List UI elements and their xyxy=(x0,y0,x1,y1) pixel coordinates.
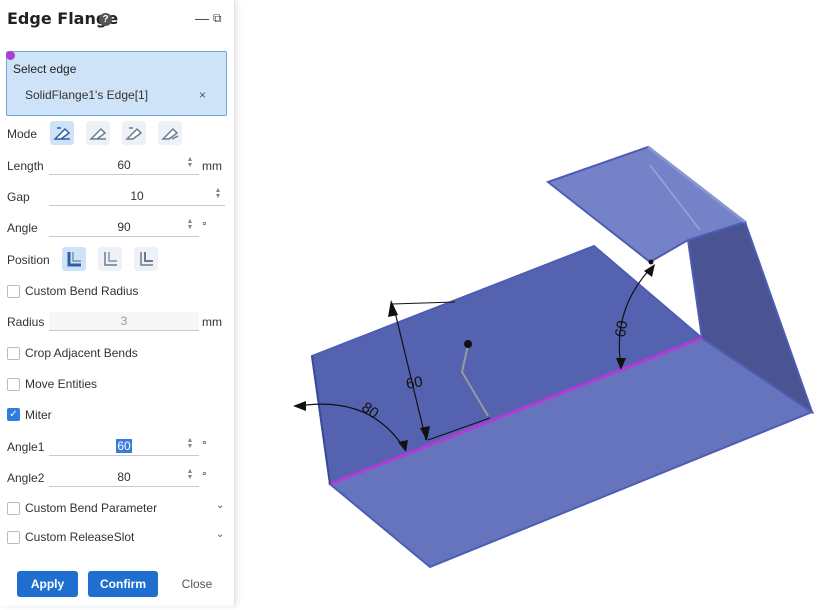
gap-input[interactable]: 10 xyxy=(49,187,225,206)
select-edge-label: Select edge xyxy=(13,62,77,76)
mode-label: Mode xyxy=(7,127,38,141)
length-unit: mm xyxy=(202,159,222,173)
angle2-label: Angle2 xyxy=(7,471,45,485)
restore-icon[interactable]: ⧉ xyxy=(213,11,222,25)
length-spinner-icon[interactable]: ▲ ▼ xyxy=(186,156,194,169)
custom-release-slot-chevron-down-icon[interactable]: ⌄ xyxy=(216,529,224,540)
angle1-unit: ° xyxy=(202,438,207,452)
length-input[interactable]: 60 xyxy=(49,156,199,175)
mode-bend-inside-button[interactable] xyxy=(158,121,182,145)
help-icon[interactable]: ? xyxy=(99,13,112,26)
custom-release-slot-checkbox[interactable] xyxy=(7,531,20,544)
miter-checkbox[interactable]: ✓ xyxy=(7,408,20,421)
position-bend-outside-button[interactable] xyxy=(134,247,158,271)
flange-mode-1-icon xyxy=(53,127,71,140)
angle-unit: ° xyxy=(202,219,207,233)
angle-spinner-icon[interactable]: ▲ ▼ xyxy=(186,218,194,231)
confirm-button[interactable]: Confirm xyxy=(88,571,158,597)
mode-material-outside-button[interactable] xyxy=(86,121,110,145)
edge-flange-panel: Edge Flange ? — ⧉ Select edge SolidFlang… xyxy=(0,0,235,606)
minimize-icon[interactable]: — xyxy=(195,11,209,25)
length-label: Length xyxy=(7,159,44,173)
custom-release-slot-label: Custom ReleaseSlot xyxy=(25,530,135,544)
position-2-icon xyxy=(104,252,117,266)
radius-input[interactable]: 3 xyxy=(49,312,199,331)
flange-mode-2-icon xyxy=(89,127,107,140)
crop-adjacent-bends-label: Crop Adjacent Bends xyxy=(25,346,138,360)
gap-spinner-icon[interactable]: ▲ ▼ xyxy=(214,187,222,200)
flange-mode-3-icon xyxy=(125,127,143,140)
dim-angle1-label[interactable]: 60 xyxy=(612,319,632,338)
position-label: Position xyxy=(7,253,50,267)
custom-bend-radius-checkbox[interactable] xyxy=(7,285,20,298)
angle1-input[interactable]: 60 xyxy=(49,437,199,456)
drag-handle[interactable] xyxy=(464,340,472,348)
angle2-input[interactable]: 80 xyxy=(49,468,199,487)
mode-bend-outside-button[interactable] xyxy=(122,121,146,145)
crop-adjacent-bends-checkbox[interactable] xyxy=(7,347,20,360)
move-entities-label: Move Entities xyxy=(25,377,98,391)
custom-bend-parameter-chevron-down-icon[interactable]: ⌄ xyxy=(216,500,224,511)
dim-length-label[interactable]: 60 xyxy=(405,373,424,393)
gap-label: Gap xyxy=(7,190,30,204)
custom-bend-parameter-checkbox[interactable] xyxy=(7,502,20,515)
close-button[interactable]: Close xyxy=(174,571,220,597)
move-entities-checkbox[interactable] xyxy=(7,378,20,391)
miter-label: Miter xyxy=(25,408,52,422)
position-1-icon xyxy=(67,252,81,267)
custom-bend-parameter-label: Custom Bend Parameter xyxy=(25,501,158,515)
selection-indicator-icon xyxy=(6,51,15,60)
flange-mode-4-icon xyxy=(161,127,179,140)
edge-selection-box[interactable]: Select edge SolidFlange1's Edge[1] × xyxy=(6,51,227,116)
remove-selection-icon[interactable]: × xyxy=(199,88,206,102)
radius-unit: mm xyxy=(202,315,222,329)
angle2-spinner-icon[interactable]: ▲ ▼ xyxy=(186,468,194,481)
angle1-spinner-icon[interactable]: ▲ ▼ xyxy=(186,437,194,450)
angle-label: Angle xyxy=(7,221,38,235)
position-outside-button[interactable] xyxy=(98,247,122,271)
angle2-unit: ° xyxy=(202,469,207,483)
angle-input[interactable]: 90 xyxy=(49,218,199,237)
mode-material-inside-button[interactable] xyxy=(50,121,74,145)
custom-bend-radius-label: Custom Bend Radius xyxy=(25,284,139,298)
panel-header: Edge Flange ? — ⧉ xyxy=(0,0,234,40)
angle1-label: Angle1 xyxy=(7,440,45,454)
position-inside-button[interactable] xyxy=(62,247,86,271)
apply-button[interactable]: Apply xyxy=(17,571,78,597)
radius-label: Radius xyxy=(7,315,45,329)
angle1-value: 60 xyxy=(116,439,132,453)
position-3-icon xyxy=(140,252,153,266)
selected-edge-item[interactable]: SolidFlange1's Edge[1] xyxy=(25,88,148,102)
